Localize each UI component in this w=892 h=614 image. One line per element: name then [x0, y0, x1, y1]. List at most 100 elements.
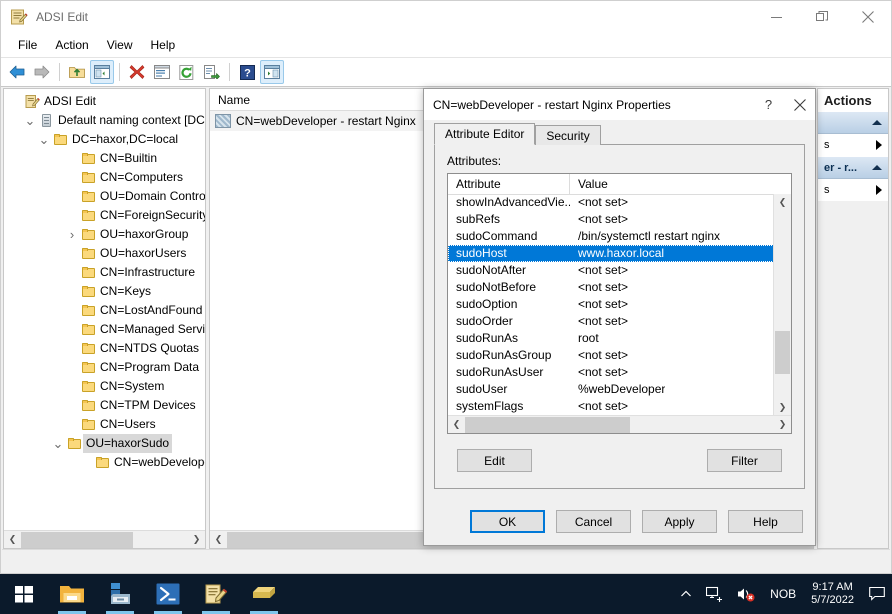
chevron-down-icon[interactable]: ⌄ [50, 434, 66, 453]
tree-node[interactable]: OU=haxorUsers [4, 244, 205, 263]
attributes-horizontal-scrollbar[interactable]: ❮ ❯ [448, 415, 791, 433]
dialog-help-button[interactable]: ? [753, 89, 784, 120]
column-header-value[interactable]: Value [570, 174, 608, 194]
attribute-row[interactable]: sudoHost www.haxor.local [448, 245, 774, 262]
delete-icon[interactable] [125, 60, 149, 84]
scroll-right-icon[interactable]: ❯ [188, 532, 205, 548]
tree-node[interactable]: CN=Program Data [4, 358, 205, 377]
file-explorer-icon[interactable] [48, 574, 96, 614]
tree-node[interactable]: CN=Computers [4, 168, 205, 187]
scroll-right-icon[interactable]: ❯ [774, 417, 791, 433]
show-action-pane-icon[interactable] [260, 60, 284, 84]
apply-button[interactable]: Apply [642, 510, 717, 533]
filter-button[interactable]: Filter [707, 449, 782, 472]
chevron-right-icon[interactable] [876, 140, 882, 150]
attributes-hscroll-thumb[interactable] [465, 416, 630, 433]
tab-attribute-editor[interactable]: Attribute Editor [434, 123, 536, 145]
attribute-row[interactable]: sudoOrder <not set> [448, 313, 774, 330]
attribute-row[interactable]: sudoRunAs root [448, 330, 774, 347]
attributes-hscroll-track[interactable] [465, 416, 774, 433]
input-language-indicator[interactable]: NOB [763, 574, 803, 614]
forward-arrow-icon[interactable] [30, 60, 54, 84]
attribute-row[interactable]: sudoUser %webDeveloper [448, 381, 774, 398]
ok-button[interactable]: OK [470, 510, 545, 533]
tree-node[interactable]: OU=Domain Control [4, 187, 205, 206]
actions-more-actions-1[interactable]: s [818, 134, 888, 156]
attributes-vscroll-thumb[interactable] [775, 331, 790, 374]
tree-node[interactable]: CN=NTDS Quotas [4, 339, 205, 358]
column-header-attribute[interactable]: Attribute [448, 174, 570, 194]
network-icon[interactable] [699, 574, 730, 614]
clock[interactable]: 9:17 AM 5/7/2022 [803, 574, 862, 614]
chevron-right-icon[interactable]: › [64, 225, 80, 244]
actions-section-header-2[interactable]: er - r... [818, 156, 888, 179]
attribute-row[interactable]: sudoCommand/bin/systemctl restart nginx [448, 228, 774, 245]
attributes-list[interactable]: Attribute Value showInAdvancedVie... <not… [447, 173, 792, 434]
export-list-icon[interactable] [200, 60, 224, 84]
scroll-left-icon[interactable]: ❮ [4, 532, 21, 548]
tree-node[interactable]: CN=System [4, 377, 205, 396]
edit-button[interactable]: Edit [457, 449, 532, 472]
volume-muted-icon[interactable] [730, 574, 763, 614]
tree-node[interactable]: ⌄ DC=haxor,DC=local [4, 130, 205, 149]
tree-horizontal-scrollbar[interactable]: ❮ ❯ [4, 530, 205, 548]
minimize-button[interactable] [753, 1, 799, 33]
tree-node[interactable]: CN=Infrastructure [4, 263, 205, 282]
powershell-icon[interactable] [144, 574, 192, 614]
chevron-right-icon[interactable] [876, 185, 882, 195]
tree-node[interactable]: › OU=haxorGroup [4, 225, 205, 244]
tree-scroll-area[interactable]: ADSI Edit ⌄ Default naming context [DC ⌄ DC=… [4, 89, 205, 531]
windows-start-icon[interactable] [0, 574, 48, 614]
show-tree-icon[interactable] [90, 60, 114, 84]
scroll-left-icon[interactable]: ❮ [210, 532, 227, 548]
restore-button[interactable] [799, 1, 845, 33]
tree-node[interactable]: CN=ForeignSecurityP [4, 206, 205, 225]
server-manager-icon[interactable] [96, 574, 144, 614]
chevron-down-icon[interactable]: ⌄ [36, 130, 52, 149]
tree-node[interactable]: CN=LostAndFound [4, 301, 205, 320]
tree-node[interactable]: ⌄ Default naming context [DC [4, 111, 205, 130]
attribute-row[interactable]: sudoRunAsUser <not set> [448, 364, 774, 381]
tab-security[interactable]: Security [535, 125, 601, 145]
attributes-vertical-scrollbar[interactable]: ❮ ❯ [773, 194, 791, 416]
back-arrow-icon[interactable] [5, 60, 29, 84]
refresh-icon[interactable] [175, 60, 199, 84]
chevron-down-icon[interactable]: ⌄ [22, 111, 38, 130]
attribute-row[interactable]: sudoNotAfter <not set> [448, 262, 774, 279]
menu-view[interactable]: View [98, 35, 142, 55]
help-button[interactable]: Help [728, 510, 803, 533]
attribute-row[interactable]: systemFlags <not set> [448, 398, 774, 415]
attribute-row[interactable]: sudoOption <not set> [448, 296, 774, 313]
tree-node[interactable]: CN=Users [4, 415, 205, 434]
attribute-row[interactable]: showInAdvancedVie... <not set> [448, 194, 774, 211]
attributes-rows[interactable]: showInAdvancedVie... <not set> subRefs <not… [448, 194, 774, 416]
up-folder-icon[interactable] [65, 60, 89, 84]
actions-more-actions-2[interactable]: s [818, 179, 888, 201]
menu-file[interactable]: File [9, 35, 46, 55]
chevron-up-icon[interactable] [872, 120, 882, 125]
menu-help[interactable]: Help [142, 35, 185, 55]
actions-section-header-1[interactable] [818, 111, 888, 134]
close-button[interactable] [845, 1, 891, 33]
attribute-row[interactable]: subRefs <not set> [448, 211, 774, 228]
tree-hscroll-thumb[interactable] [21, 531, 133, 548]
tree-node[interactable]: CN=Managed Servic [4, 320, 205, 339]
scroll-down-icon[interactable]: ❯ [774, 399, 791, 416]
notepad-icon[interactable] [240, 574, 288, 614]
tree-node[interactable]: ADSI Edit [4, 92, 205, 111]
scroll-left-icon[interactable]: ❮ [448, 417, 465, 433]
attribute-row[interactable]: sudoNotBefore <not set> [448, 279, 774, 296]
scroll-up-icon[interactable]: ❮ [774, 194, 791, 211]
chevron-up-icon[interactable] [872, 165, 882, 170]
tree-node[interactable]: CN=Builtin [4, 149, 205, 168]
tree-node[interactable]: CN=TPM Devices [4, 396, 205, 415]
adsi-edit-icon[interactable] [192, 574, 240, 614]
dialog-close-button[interactable] [784, 89, 815, 120]
properties-icon[interactable] [150, 60, 174, 84]
tree-node[interactable]: CN=Keys [4, 282, 205, 301]
tree-node[interactable]: ⌄ OU=haxorSudo [4, 434, 205, 453]
attribute-row[interactable]: sudoRunAsGroup <not set> [448, 347, 774, 364]
tree-node[interactable]: CN=webDevelope [4, 453, 205, 472]
notification-icon[interactable] [862, 574, 892, 614]
help-icon[interactable]: ? [235, 60, 259, 84]
